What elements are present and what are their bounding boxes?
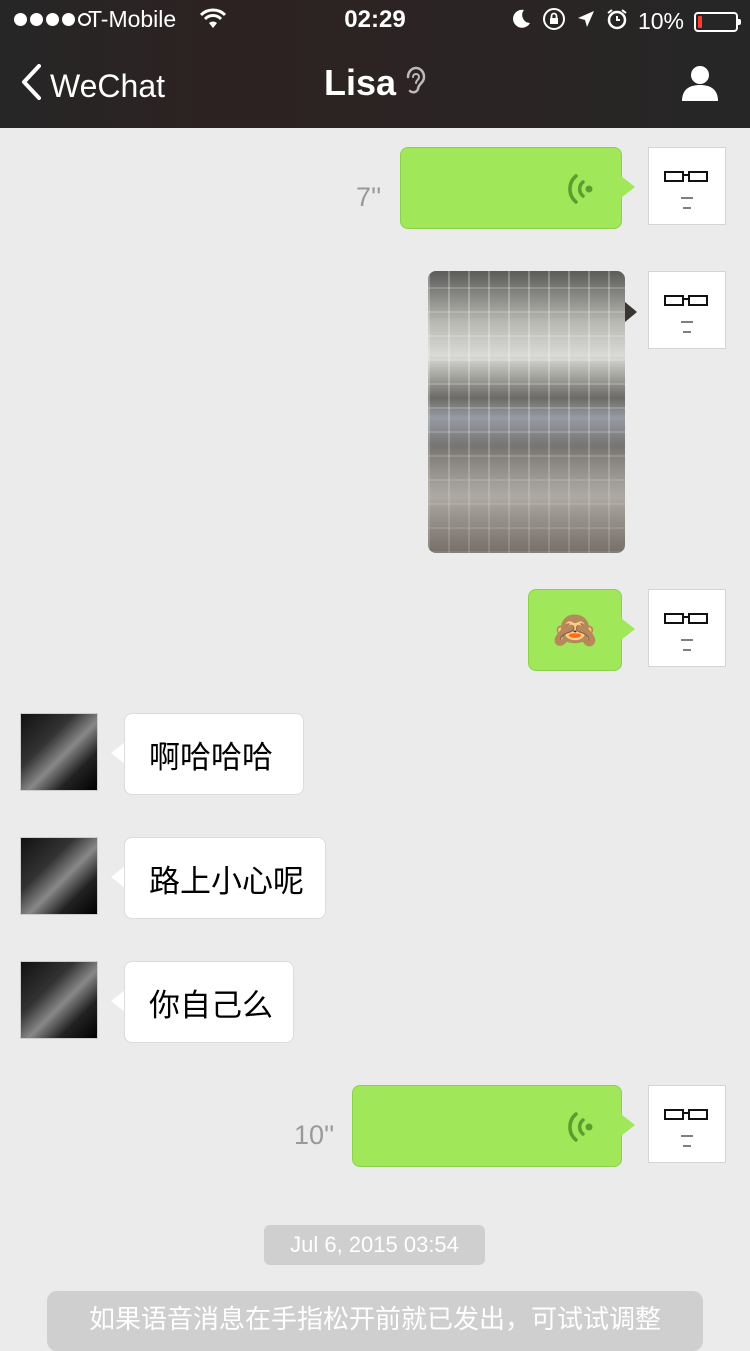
message-text: 啊哈哈哈 bbox=[149, 739, 273, 776]
message-text: 你自己么 bbox=[149, 987, 273, 1024]
message-timestamp: Jul 6, 2015 03:54 bbox=[264, 1225, 485, 1265]
contact-name: Lisa bbox=[323, 62, 397, 103]
status-indicators: 10% bbox=[510, 7, 741, 36]
bubble-tail bbox=[111, 990, 125, 1012]
top-bar: T-Mobile 02:29 10% WeChat Lisa bbox=[0, 0, 750, 128]
voice-message[interactable] bbox=[352, 1085, 622, 1167]
navigation-bar: WeChat Lisa bbox=[0, 40, 750, 128]
my-avatar[interactable] bbox=[648, 271, 726, 349]
voice-wave-icon bbox=[567, 170, 593, 212]
battery-icon bbox=[694, 11, 741, 32]
rotation-lock-icon bbox=[542, 7, 566, 36]
bubble-tail bbox=[625, 302, 637, 322]
bubble-tail bbox=[621, 1114, 635, 1136]
chat-title: Lisa bbox=[0, 62, 750, 106]
image-message[interactable] bbox=[428, 271, 625, 553]
voice-duration: 7'' bbox=[356, 182, 382, 212]
emoji-message[interactable]: 🙈 bbox=[528, 589, 622, 671]
bubble-tail bbox=[621, 176, 635, 198]
my-avatar[interactable] bbox=[648, 1085, 726, 1163]
location-icon bbox=[576, 9, 596, 34]
moon-icon bbox=[510, 8, 532, 35]
see-no-evil-monkey-emoji: 🙈 bbox=[552, 610, 598, 651]
alarm-icon bbox=[606, 8, 628, 35]
my-avatar[interactable] bbox=[648, 589, 726, 667]
my-avatar[interactable] bbox=[648, 147, 726, 225]
battery-percent: 10% bbox=[637, 8, 684, 34]
bubble-tail bbox=[621, 618, 635, 640]
bubble-tail bbox=[111, 742, 125, 764]
lisa-avatar[interactable] bbox=[20, 961, 98, 1039]
lisa-avatar[interactable] bbox=[20, 837, 98, 915]
message-text: 路上小心呢 bbox=[149, 863, 304, 900]
text-message[interactable]: 啊哈哈哈 bbox=[124, 713, 304, 795]
status-bar: T-Mobile 02:29 10% bbox=[0, 0, 750, 40]
profile-button[interactable] bbox=[680, 64, 720, 106]
bubble-tail bbox=[111, 866, 125, 888]
text-message[interactable]: 你自己么 bbox=[124, 961, 294, 1043]
profile-icon bbox=[680, 66, 720, 106]
voice-duration: 10'' bbox=[294, 1120, 335, 1150]
text-message[interactable]: 路上小心呢 bbox=[124, 837, 326, 919]
voice-message[interactable] bbox=[400, 147, 622, 229]
battery-level bbox=[698, 15, 702, 28]
lisa-avatar[interactable] bbox=[20, 713, 98, 791]
ear-icon bbox=[404, 64, 426, 106]
system-tip: 如果语音消息在手指松开前就已发出，可试试调整 bbox=[47, 1291, 703, 1351]
system-tip-text: 如果语音消息在手指松开前就已发出，可试试调整 bbox=[88, 1305, 661, 1335]
voice-wave-icon bbox=[567, 1108, 593, 1150]
